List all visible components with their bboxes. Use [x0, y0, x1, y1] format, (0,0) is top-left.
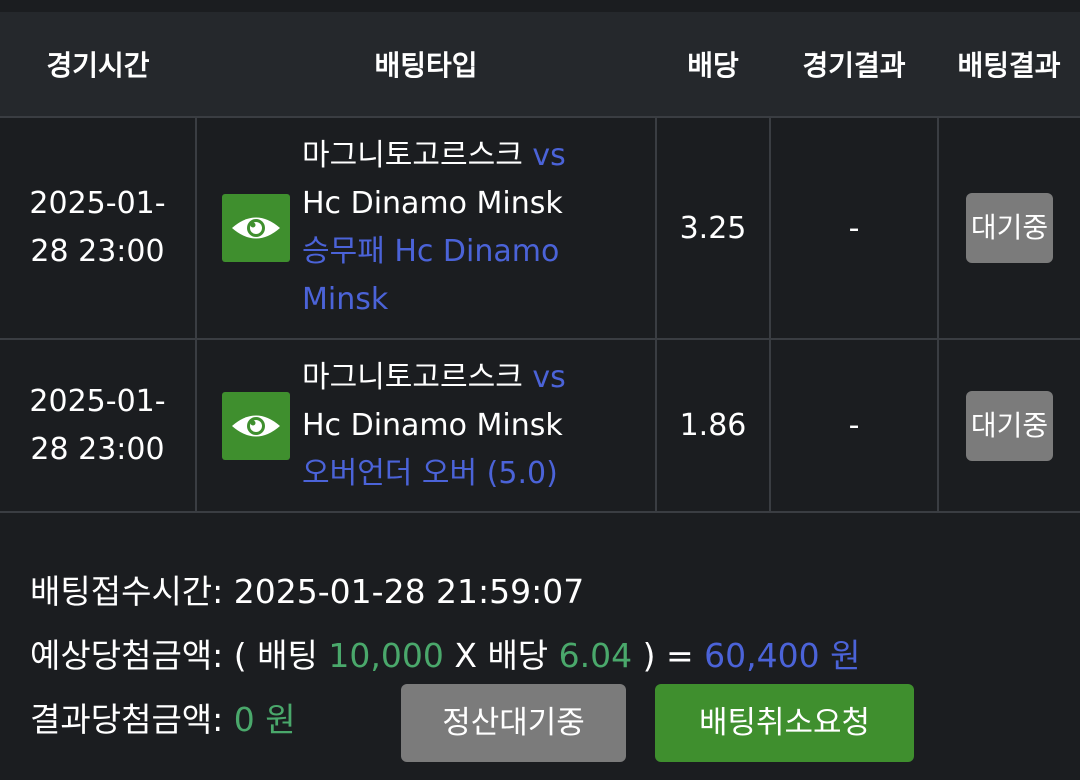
table-row: 2025-01-28 23:00 마그니토고르스크 vs Hc Dinamo M… — [0, 338, 1080, 513]
header-game-result: 경기결과 — [770, 12, 938, 118]
game-time-cell: 2025-01-28 23:00 — [0, 338, 197, 513]
expected-win-line: 예상당첨금액: ( 배팅 10,000 X 배당 6.04 ) = 60,400… — [30, 624, 1070, 688]
bet-type-cell: 마그니토고르스크 vs Hc Dinamo Minsk 오버언더 오버 (5.0… — [195, 338, 657, 513]
bet-description: 마그니토고르스크 vs Hc Dinamo Minsk 승무패 Hc Dinam… — [302, 132, 602, 324]
away-team: Hc Dinamo Minsk — [302, 407, 563, 443]
bet-selection: 승무패 Hc Dinamo Minsk — [302, 234, 560, 317]
vs-label: vs — [532, 359, 566, 395]
expected-amount: 60,400 원 — [704, 636, 861, 675]
bet-description: 마그니토고르스크 vs Hc Dinamo Minsk 오버언더 오버 (5.0… — [302, 354, 602, 498]
expected-open: ( 배팅 — [233, 636, 318, 675]
expected-win-label: 예상당첨금액: — [30, 636, 224, 675]
top-strip — [0, 0, 1080, 12]
expected-close: ) = — [642, 636, 694, 675]
game-time: 2025-01-28 23:00 — [29, 186, 166, 269]
away-team: Hc Dinamo Minsk — [302, 186, 563, 221]
received-time-value: 2025-01-28 21:59:07 — [233, 572, 585, 611]
bet-type-cell: 마그니토고르스크 vs Hc Dinamo Minsk 승무패 Hc Dinam… — [195, 116, 657, 340]
bet-slip-page: 경기시간 배팅타입 배당 경기결과 배팅결과 2025-01-28 23:00 — [0, 0, 1080, 780]
odds-value: 3.25 — [655, 116, 771, 340]
result-amount: 0 원 — [233, 700, 296, 739]
bet-amount: 10,000 — [328, 636, 444, 675]
bet-selection: 오버언더 오버 (5.0) — [302, 455, 558, 491]
result-win-label: 결과당첨금액: — [30, 700, 224, 739]
header-bet-type: 배팅타입 — [196, 12, 656, 118]
game-time: 2025-01-28 23:00 — [29, 383, 166, 467]
times-odds-label: X 배당 — [454, 636, 549, 675]
table-row: 2025-01-28 23:00 마그니토고르스크 vs Hc Dinamo M… — [0, 116, 1080, 340]
settlement-pending-button[interactable]: 정산대기중 — [401, 684, 626, 762]
header-bet-result: 배팅결과 — [938, 12, 1080, 118]
home-team: 마그니토고르스크 — [302, 138, 523, 173]
table-header-row: 경기시간 배팅타입 배당 경기결과 배팅결과 — [0, 12, 1080, 118]
eye-icon[interactable] — [222, 391, 290, 460]
header-odds: 배당 — [656, 12, 770, 118]
cancel-bet-request-button[interactable]: 배팅취소요청 — [655, 684, 914, 762]
bet-result-cell: 대기중 — [937, 338, 1080, 513]
bet-table: 경기시간 배팅타입 배당 경기결과 배팅결과 2025-01-28 23:00 — [0, 12, 1080, 513]
bet-result-cell: 대기중 — [937, 116, 1080, 340]
game-time-cell: 2025-01-28 23:00 — [0, 116, 197, 340]
received-time-label: 배팅접수시간: — [30, 572, 224, 611]
home-team: 마그니토고르스크 — [302, 359, 523, 395]
header-game-time: 경기시간 — [0, 12, 196, 118]
odds-value: 1.86 — [655, 338, 771, 513]
game-result-value: - — [769, 338, 939, 513]
eye-icon[interactable] — [222, 194, 290, 262]
status-badge: 대기중 — [966, 390, 1053, 461]
vs-label: vs — [532, 138, 566, 173]
received-time-line: 배팅접수시간: 2025-01-28 21:59:07 — [30, 560, 1070, 624]
status-badge: 대기중 — [966, 193, 1053, 263]
total-odds: 6.04 — [558, 636, 633, 675]
game-result-value: - — [769, 116, 939, 340]
